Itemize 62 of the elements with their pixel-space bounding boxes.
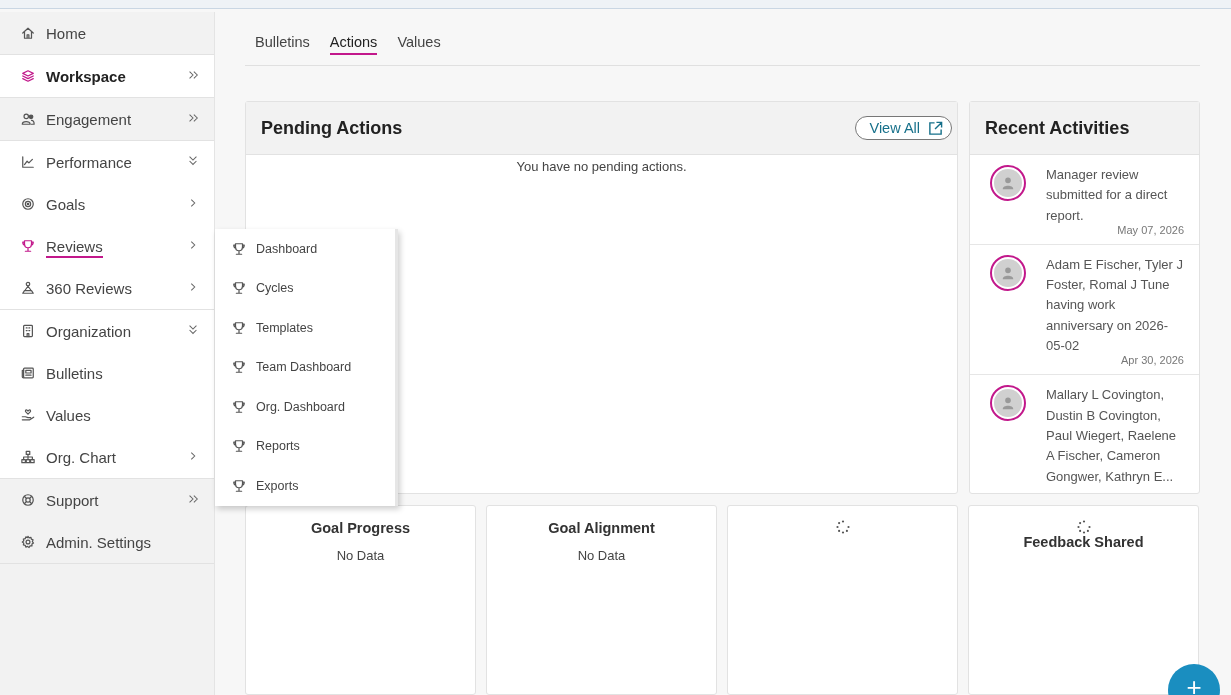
- trophy-icon: [232, 399, 246, 414]
- view-all-button[interactable]: View All: [855, 116, 952, 140]
- lifebuoy-icon: [21, 493, 35, 507]
- sidebar-item[interactable]: Support: [0, 479, 214, 521]
- tab[interactable]: Actions: [329, 32, 378, 55]
- sidebar-item[interactable]: Home: [0, 12, 214, 54]
- sidebar-item[interactable]: Organization: [0, 310, 214, 352]
- activity-text: Adam E Fischer, Tyler J Foster, Romal J Tune having work anniversary on 2026-05-02: [1046, 255, 1184, 356]
- person-silhouette-icon: [1001, 176, 1015, 190]
- widget-title: Goal Progress: [310, 520, 411, 536]
- building-icon: [21, 324, 35, 338]
- people-icon: [21, 112, 35, 126]
- empty-message: You have no pending actions.: [515, 159, 688, 174]
- submenu-item[interactable]: Cycles: [215, 268, 395, 308]
- org-chart-icon: [21, 450, 35, 464]
- trophy-icon: [232, 478, 246, 493]
- person-podium-icon: [21, 281, 35, 295]
- person-silhouette-icon: [1001, 396, 1015, 411]
- activity-date: May 07, 2026: [1116, 223, 1184, 236]
- sidebar-item[interactable]: Reviews: [0, 225, 214, 267]
- widget-title: Goal Alignment: [548, 520, 655, 536]
- layers-icon: [21, 69, 35, 83]
- sidebar-item[interactable]: Bulletins: [0, 352, 214, 394]
- trophy-icon: [232, 439, 246, 454]
- gear-icon: [21, 535, 35, 549]
- card-title: Recent Activities: [985, 117, 1130, 139]
- activity-text: Mallary L Covington, Dustin B Covington, Paul Wiegert, Raelene A Fischer, Cameron Gongwer, Kathryn E...: [1046, 386, 1178, 486]
- sidebar-item[interactable]: Admin. Settings: [0, 521, 214, 563]
- hand-heart-icon: [21, 408, 35, 422]
- tab[interactable]: Values: [397, 32, 441, 55]
- trophy-icon: [232, 360, 246, 375]
- card-title: Pending Actions: [261, 117, 403, 139]
- submenu-item[interactable]: Team Dashboard: [215, 347, 395, 387]
- person-silhouette-icon: [1001, 265, 1015, 280]
- widget-title: Feedback Shared: [1023, 534, 1144, 550]
- no-data-text: No Data: [336, 548, 385, 563]
- sidebar-item[interactable]: Values: [0, 394, 214, 436]
- sidebar-item[interactable]: Engagement: [0, 98, 214, 140]
- sidebar-item[interactable]: Goals: [0, 183, 214, 225]
- add-button[interactable]: +: [1168, 664, 1220, 695]
- activity-date: Apr 30, 2026: [1120, 354, 1184, 367]
- no-data-text: No Data: [577, 548, 626, 563]
- tab[interactable]: Bulletins: [255, 32, 310, 55]
- trophy-icon: [232, 281, 246, 296]
- sidebar-item[interactable]: Workspace: [0, 55, 214, 97]
- activity-text: Manager review submitted for a direct report.: [1046, 166, 1169, 225]
- trophy-icon: [232, 241, 246, 256]
- external-link-icon: [928, 120, 943, 136]
- sidebar-item[interactable]: 360 Reviews: [0, 267, 214, 309]
- sidebar-item[interactable]: Org. Chart: [0, 436, 214, 478]
- sidebar-item[interactable]: Performance: [0, 141, 214, 183]
- target-icon: [21, 197, 35, 211]
- submenu-item[interactable]: Templates: [215, 308, 395, 348]
- home-icon: [21, 26, 35, 40]
- line-chart-icon: [21, 155, 35, 169]
- submenu-item[interactable]: Org. Dashboard: [215, 387, 395, 427]
- newspaper-icon: [21, 366, 35, 380]
- submenu-item[interactable]: Reports: [215, 426, 395, 466]
- submenu-item[interactable]: Exports: [215, 466, 395, 506]
- submenu-item[interactable]: Dashboard: [215, 229, 395, 269]
- trophy-icon: [21, 239, 35, 253]
- trophy-icon: [232, 320, 246, 335]
